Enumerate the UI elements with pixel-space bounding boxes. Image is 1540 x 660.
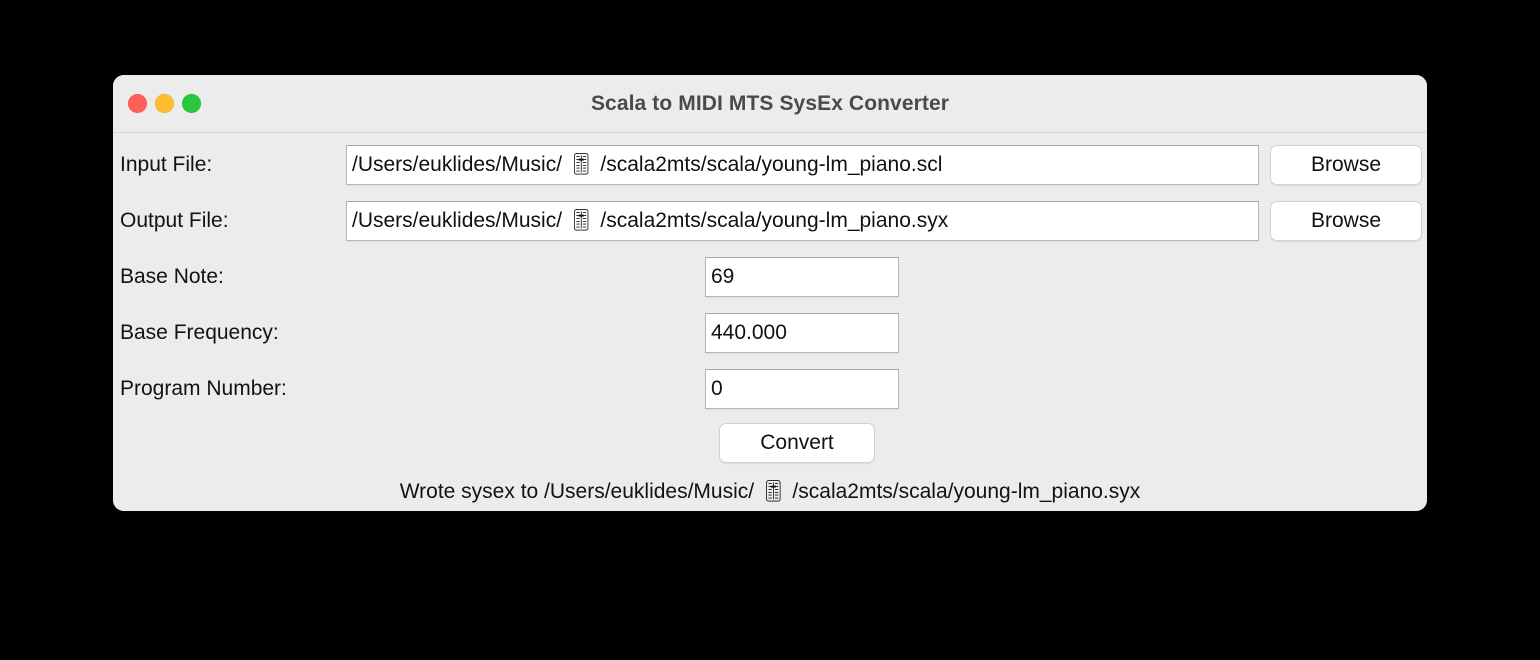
base-frequency-field[interactable]: 440.000 — [705, 313, 899, 353]
input-file-row: Input File: /Users/euklides/Music/ 🎚 /sc… — [113, 143, 1427, 187]
program-number-field[interactable]: 0 — [705, 369, 899, 409]
input-file-field[interactable]: /Users/euklides/Music/ 🎚 /scala2mts/scal… — [346, 145, 1259, 185]
output-file-browse-button[interactable]: Browse — [1270, 201, 1422, 241]
output-file-field[interactable]: /Users/euklides/Music/ 🎚 /scala2mts/scal… — [346, 201, 1259, 241]
maximize-button[interactable] — [182, 94, 201, 113]
base-note-label: Base Note: — [120, 265, 224, 288]
minimize-button[interactable] — [155, 94, 174, 113]
window-controls — [128, 75, 201, 132]
status-row: Wrote sysex to /Users/euklides/Music/ 🎚 … — [113, 480, 1427, 504]
output-file-label: Output File: — [120, 209, 229, 232]
status-message: Wrote sysex to /Users/euklides/Music/ 🎚 … — [399, 480, 1141, 503]
app-window: Scala to MIDI MTS SysEx Converter Input … — [113, 75, 1427, 511]
output-file-row: Output File: /Users/euklides/Music/ 🎚 /s… — [113, 199, 1427, 243]
input-file-label: Input File: — [120, 153, 213, 176]
base-frequency-label: Base Frequency: — [120, 321, 279, 344]
convert-button[interactable]: Convert — [719, 423, 875, 463]
window-body: Input File: /Users/euklides/Music/ 🎚 /sc… — [113, 133, 1427, 511]
program-number-label: Program Number: — [120, 377, 287, 400]
input-file-browse-button[interactable]: Browse — [1270, 145, 1422, 185]
convert-row: Convert — [113, 423, 1427, 463]
base-note-field[interactable]: 69 — [705, 257, 899, 297]
window-title: Scala to MIDI MTS SysEx Converter — [590, 91, 950, 115]
close-button[interactable] — [128, 94, 147, 113]
base-note-row: Base Note: 69 — [113, 255, 1427, 299]
program-number-row: Program Number: 0 — [113, 367, 1427, 411]
base-frequency-row: Base Frequency: 440.000 — [113, 311, 1427, 355]
title-bar: Scala to MIDI MTS SysEx Converter — [113, 75, 1427, 133]
